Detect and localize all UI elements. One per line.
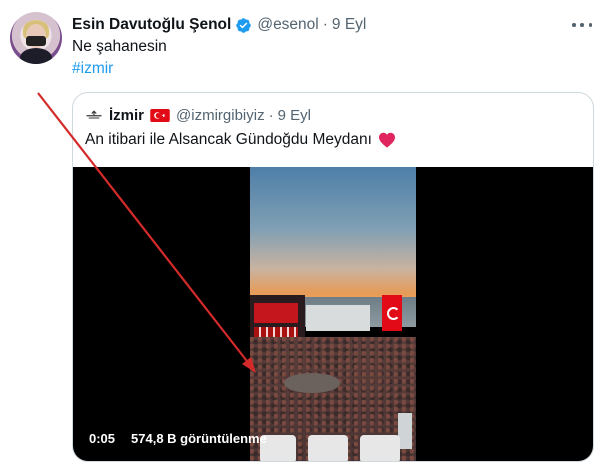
- video-tent: [306, 305, 370, 331]
- video-sky: [250, 167, 416, 303]
- quoted-header-separator: ·: [268, 106, 274, 124]
- quoted-author-name[interactable]: İzmir: [109, 107, 144, 124]
- video-player[interactable]: 0:05 574,8 B görüntülenme: [73, 167, 593, 461]
- quoted-tweet-date[interactable]: 9 Eyl: [278, 107, 311, 124]
- more-options-icon[interactable]: [572, 16, 592, 34]
- video-duration: 0:05: [83, 429, 122, 448]
- quoted-tweet-header: İzmir @izmirgibiyiz · 9 Eyl: [85, 105, 311, 125]
- more-dot: [588, 23, 592, 27]
- video-overlay: 0:05 574,8 B görüntülenme: [83, 429, 267, 448]
- author-name[interactable]: Esin Davutoğlu Şenol: [72, 16, 231, 34]
- tweet-header: Esin Davutoğlu Şenol @esenol · 9 Eyl: [72, 14, 366, 36]
- tweet-text: Ne şahanesin: [72, 38, 167, 55]
- avatar-mask-shape: [26, 36, 46, 46]
- video-turkish-flag: [382, 295, 402, 331]
- tweet-card[interactable]: Esin Davutoğlu Şenol @esenol · 9 Eyl Ne …: [0, 0, 614, 465]
- turkey-flag-icon: [150, 108, 170, 122]
- video-vehicle: [308, 435, 348, 461]
- izmir-logo-icon: [86, 110, 102, 119]
- quoted-author-handle[interactable]: @izmirgibiyiz: [176, 107, 265, 124]
- video-round-stage: [284, 373, 340, 393]
- header-separator: ·: [322, 16, 328, 33]
- avatar-body-shape: [20, 48, 52, 64]
- quoted-tweet-text-row: An itibari ile Alsancak Gündoğdu Meydanı: [85, 131, 396, 149]
- author-handle[interactable]: @esenol: [257, 16, 318, 34]
- author-avatar[interactable]: [10, 12, 62, 64]
- video-vehicle: [360, 435, 400, 461]
- quoted-tweet-text: An itibari ile Alsancak Gündoğdu Meydanı: [85, 131, 372, 148]
- red-heart-icon: [378, 132, 395, 148]
- more-dot: [572, 23, 576, 27]
- more-dot: [580, 23, 584, 27]
- verified-badge-icon: [236, 17, 252, 33]
- quoted-tweet[interactable]: İzmir @izmirgibiyiz · 9 Eyl An itibari i…: [72, 92, 594, 462]
- video-led-screen: [254, 303, 298, 323]
- video-kiosk: [398, 413, 412, 449]
- hashtag-link[interactable]: #izmir: [72, 60, 113, 78]
- video-frame: [250, 167, 416, 461]
- tweet-date[interactable]: 9 Eyl: [332, 16, 366, 34]
- video-view-count: 574,8 B görüntülenme: [131, 431, 267, 446]
